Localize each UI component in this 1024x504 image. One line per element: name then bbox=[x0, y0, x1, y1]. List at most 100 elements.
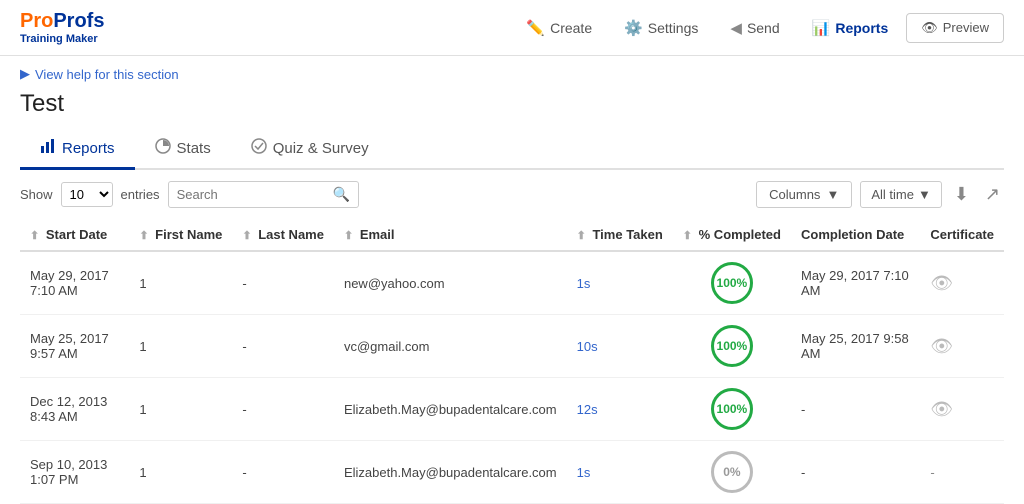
certificate-eye-icon[interactable]: 👁 bbox=[930, 273, 953, 293]
cell-certificate: 👁 bbox=[920, 315, 1004, 378]
search-icon: 🔍 bbox=[333, 186, 350, 203]
pct-circle: 0% bbox=[711, 451, 753, 493]
tab-quiz-survey[interactable]: Quiz & Survey bbox=[231, 130, 389, 170]
cell-certificate: 👁 bbox=[920, 251, 1004, 315]
nav-reports-label: Reports bbox=[835, 20, 888, 36]
show-label: Show bbox=[20, 187, 53, 202]
logo: ProProfs bbox=[20, 10, 104, 33]
table-header-row: ⬆ Start Date ⬆ First Name ⬆ Last Name ⬆ … bbox=[20, 219, 1004, 251]
cell-completion-date: May 29, 2017 7:10 AM bbox=[791, 251, 920, 315]
col-certificate[interactable]: Certificate bbox=[920, 219, 1004, 251]
nav-settings-label: Settings bbox=[648, 20, 699, 36]
share-button[interactable]: ↗ bbox=[981, 180, 1004, 209]
cell-time-taken: 1s bbox=[567, 441, 673, 504]
sort-icon-email: ⬆ bbox=[344, 230, 353, 242]
nav-create[interactable]: ✏️ Create bbox=[512, 13, 606, 43]
help-link[interactable]: ▶ View help for this section bbox=[20, 66, 1004, 82]
header: ProProfs Training Maker ✏️ Create ⚙️ Set… bbox=[0, 0, 1024, 56]
cell-email: Elizabeth.May@bupadentalcare.com bbox=[334, 441, 567, 504]
cell-start-date: May 29, 2017 7:10 AM bbox=[20, 251, 129, 315]
cell-last-name: - bbox=[232, 378, 334, 441]
alltime-button[interactable]: All time ▼ bbox=[860, 181, 942, 208]
cell-last-name: - bbox=[232, 251, 334, 315]
sort-icon-first-name: ⬆ bbox=[139, 230, 148, 242]
pct-circle: 100% bbox=[711, 388, 753, 430]
table-row: May 25, 2017 9:57 AM 1 - vc@gmail.com 10… bbox=[20, 315, 1004, 378]
search-input[interactable] bbox=[177, 187, 327, 202]
create-icon: ✏️ bbox=[526, 19, 545, 37]
logo-subtitle: Training Maker bbox=[20, 33, 104, 45]
nav-preview[interactable]: 👁 Preview bbox=[906, 13, 1004, 43]
table-row: May 29, 2017 7:10 AM 1 - new@yahoo.com 1… bbox=[20, 251, 1004, 315]
entries-select[interactable]: 10 25 50 100 bbox=[61, 182, 113, 207]
table-row: Sep 10, 2013 1:07 PM 1 - Elizabeth.May@b… bbox=[20, 441, 1004, 504]
reports-tab-icon bbox=[40, 138, 56, 159]
nav-send[interactable]: ◀ Send bbox=[716, 13, 793, 43]
sort-icon-pct-completed: ⬆ bbox=[683, 230, 692, 242]
table-wrapper: ⬆ Start Date ⬆ First Name ⬆ Last Name ⬆ … bbox=[0, 219, 1024, 504]
col-start-date[interactable]: ⬆ Start Date bbox=[20, 219, 129, 251]
help-icon: ▶ bbox=[20, 66, 30, 82]
cell-certificate: - bbox=[920, 441, 1004, 504]
cell-last-name: - bbox=[232, 315, 334, 378]
nav-create-label: Create bbox=[550, 20, 592, 36]
tab-reports-label: Reports bbox=[62, 140, 115, 157]
cell-first-name: 1 bbox=[129, 251, 232, 315]
cell-first-name: 1 bbox=[129, 441, 232, 504]
cell-completion-date: - bbox=[791, 378, 920, 441]
settings-icon: ⚙️ bbox=[624, 19, 643, 37]
columns-label: Columns bbox=[769, 187, 820, 202]
cell-start-date: May 25, 2017 9:57 AM bbox=[20, 315, 129, 378]
tab-stats[interactable]: Stats bbox=[135, 130, 231, 170]
entries-label: entries bbox=[121, 187, 160, 202]
tab-reports[interactable]: Reports bbox=[20, 130, 135, 170]
col-first-name[interactable]: ⬆ First Name bbox=[129, 219, 232, 251]
nav-reports[interactable]: 📊 Reports bbox=[798, 13, 903, 43]
col-email[interactable]: ⬆ Email bbox=[334, 219, 567, 251]
send-icon: ◀ bbox=[730, 19, 742, 37]
certificate-eye-icon[interactable]: 👁 bbox=[930, 336, 953, 356]
cell-email: vc@gmail.com bbox=[334, 315, 567, 378]
search-box: 🔍 bbox=[168, 181, 359, 208]
col-last-name[interactable]: ⬆ Last Name bbox=[232, 219, 334, 251]
pct-circle: 100% bbox=[711, 325, 753, 367]
stats-tab-icon bbox=[155, 138, 171, 159]
cell-start-date: Sep 10, 2013 1:07 PM bbox=[20, 441, 129, 504]
quiz-survey-tab-icon bbox=[251, 138, 267, 159]
alltime-dropdown-icon: ▼ bbox=[918, 187, 931, 202]
nav-settings[interactable]: ⚙️ Settings bbox=[610, 13, 712, 43]
sort-icon-time-taken: ⬆ bbox=[577, 230, 586, 242]
cell-completion-date: May 25, 2017 9:58 AM bbox=[791, 315, 920, 378]
table-row: Dec 12, 2013 8:43 AM 1 - Elizabeth.May@b… bbox=[20, 378, 1004, 441]
sort-icon-last-name: ⬆ bbox=[242, 230, 251, 242]
col-time-taken[interactable]: ⬆ Time Taken bbox=[567, 219, 673, 251]
cell-pct-completed: 100% bbox=[673, 251, 791, 315]
col-pct-completed[interactable]: ⬆ % Completed bbox=[673, 219, 791, 251]
cell-time-taken: 1s bbox=[567, 251, 673, 315]
sort-icon-start-date: ⬆ bbox=[30, 230, 39, 242]
col-completion-date[interactable]: Completion Date bbox=[791, 219, 920, 251]
cell-email: new@yahoo.com bbox=[334, 251, 567, 315]
subheader: ▶ View help for this section Test bbox=[0, 56, 1024, 118]
help-link-text: View help for this section bbox=[35, 67, 179, 82]
cell-first-name: 1 bbox=[129, 315, 232, 378]
nav-send-label: Send bbox=[747, 20, 780, 36]
cell-email: Elizabeth.May@bupadentalcare.com bbox=[334, 378, 567, 441]
certificate-dash: - bbox=[930, 465, 934, 480]
columns-dropdown-icon: ▼ bbox=[826, 187, 839, 202]
cell-pct-completed: 100% bbox=[673, 315, 791, 378]
cell-time-taken: 12s bbox=[567, 378, 673, 441]
columns-button[interactable]: Columns ▼ bbox=[756, 181, 852, 208]
logo-area: ProProfs Training Maker bbox=[20, 10, 104, 45]
tab-stats-label: Stats bbox=[177, 140, 211, 157]
toolbar: Show 10 25 50 100 entries 🔍 Columns ▼ Al… bbox=[0, 170, 1024, 219]
cell-certificate: 👁 bbox=[920, 378, 1004, 441]
tabs: Reports Stats Quiz & Survey bbox=[20, 130, 1004, 170]
data-table: ⬆ Start Date ⬆ First Name ⬆ Last Name ⬆ … bbox=[20, 219, 1004, 504]
certificate-eye-icon[interactable]: 👁 bbox=[930, 399, 953, 419]
tab-quiz-survey-label: Quiz & Survey bbox=[273, 140, 369, 157]
pct-circle: 100% bbox=[711, 262, 753, 304]
page-title: Test bbox=[20, 90, 1004, 118]
download-button[interactable]: ⬇ bbox=[950, 180, 973, 209]
reports-icon: 📊 bbox=[812, 19, 831, 37]
